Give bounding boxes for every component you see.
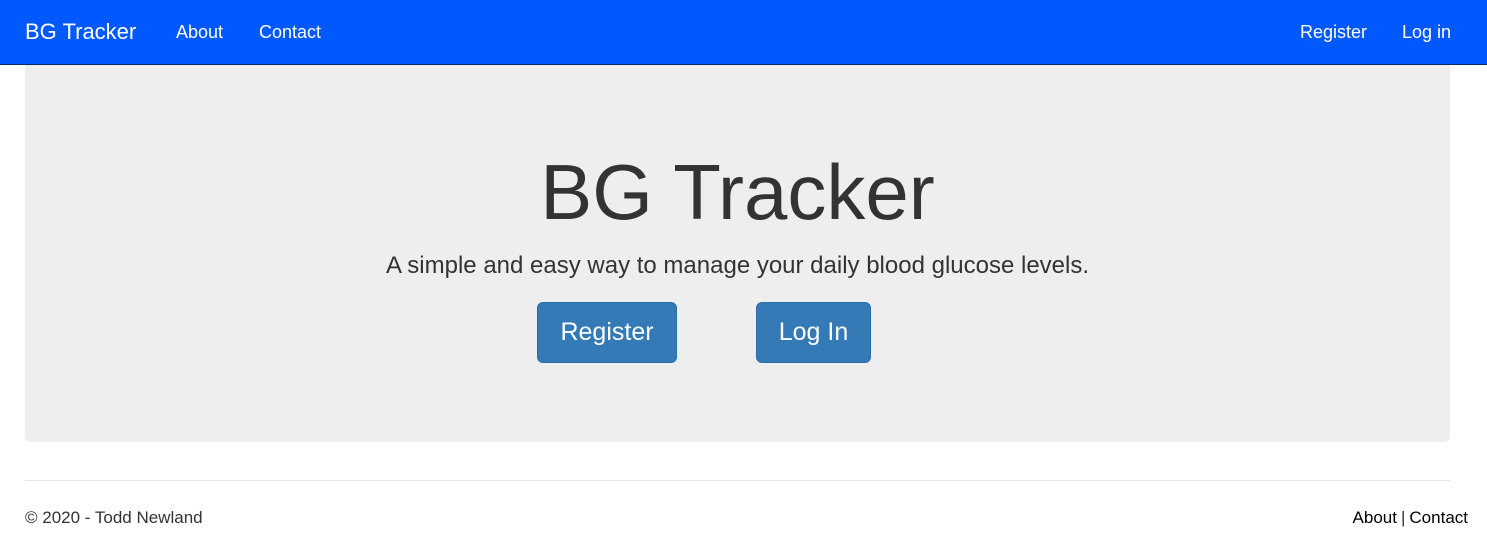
footer-contact-link[interactable]: Contact [1409, 508, 1468, 527]
nav-contact-link[interactable]: Contact [259, 21, 321, 43]
footer-links: About | Contact [1353, 508, 1468, 528]
hero-title: BG Tracker [540, 148, 935, 236]
login-button[interactable]: Log In [756, 302, 871, 363]
top-navbar: BG Tracker About Contact Register Log in [0, 0, 1487, 65]
brand-link[interactable]: BG Tracker [25, 18, 136, 46]
footer-separator: | [1400, 508, 1406, 527]
hero-jumbotron: BG Tracker A simple and easy way to mana… [25, 65, 1450, 442]
footer-divider [25, 480, 1450, 481]
nav-about-link[interactable]: About [176, 21, 223, 43]
register-button[interactable]: Register [537, 302, 677, 363]
nav-login-link[interactable]: Log in [1402, 21, 1451, 43]
nav-register-link[interactable]: Register [1300, 21, 1367, 43]
hero-subtitle: A simple and easy way to manage your dai… [385, 252, 1090, 279]
footer-about-link[interactable]: About [1353, 508, 1397, 527]
footer-copyright: © 2020 - Todd Newland [25, 508, 203, 527]
